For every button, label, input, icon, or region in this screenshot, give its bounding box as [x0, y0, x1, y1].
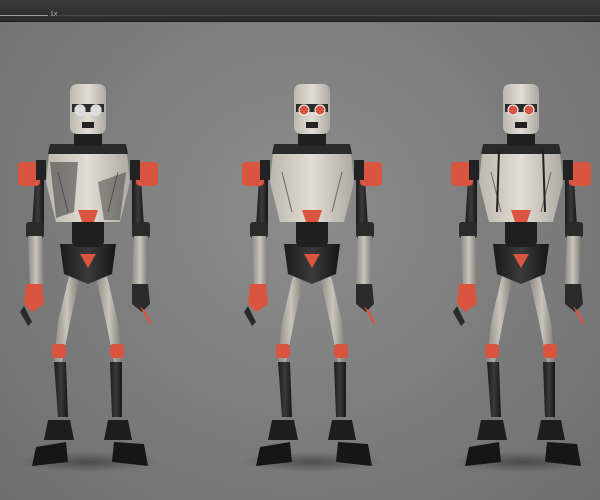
timeline-track[interactable]	[0, 15, 48, 16]
timeline-track-rest[interactable]	[58, 15, 600, 16]
zoom-level-label: 1x	[50, 11, 58, 18]
3d-viewport[interactable]	[0, 22, 600, 500]
timeline-bar[interactable]: 1x	[0, 0, 600, 22]
viewport-canvas	[17, 83, 592, 473]
robot-model-3[interactable]	[450, 83, 592, 473]
robot-model-2[interactable]	[241, 83, 383, 473]
robot-model-1[interactable]	[17, 83, 159, 473]
